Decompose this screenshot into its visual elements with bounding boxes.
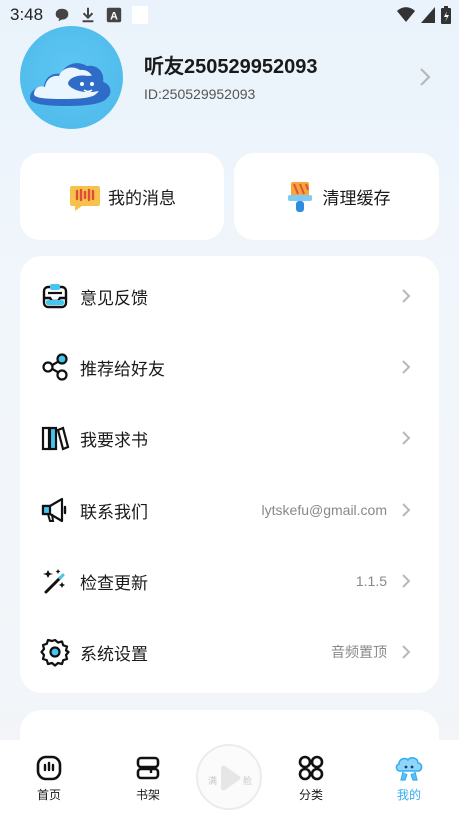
blank-notification-icon	[131, 6, 149, 24]
menu-item-label: 意见反馈	[80, 288, 148, 309]
menu-item-label: 联系我们	[80, 502, 148, 523]
download-icon	[82, 7, 94, 23]
menu-item-label: 系统设置	[80, 644, 148, 665]
menu-item-label: 我要求书	[80, 430, 148, 451]
message-icon	[70, 185, 100, 211]
app-version: 1.1.5	[355, 573, 387, 589]
menu-item-recommend[interactable]: 推荐给好友	[20, 337, 439, 397]
tab-label: 首页	[36, 788, 61, 802]
status-time: 3:48	[10, 5, 44, 24]
menu-item-check-update[interactable]: 检查更新 1.1.5	[20, 551, 439, 611]
my-messages-button[interactable]: 我的消息	[20, 153, 224, 240]
menu-item-label: 检查更新	[80, 573, 148, 594]
cloud-mascot-icon	[30, 63, 111, 106]
tab-label: 分类	[298, 788, 323, 802]
font-a-icon: A	[106, 7, 122, 23]
chevron-right-icon	[402, 289, 411, 303]
menu-item-contact-us[interactable]: 联系我们 lytskefu@gmail.com	[20, 480, 439, 540]
user-id: ID:250529952093	[144, 86, 256, 102]
mine-cloud-icon	[395, 757, 423, 781]
menu-item-label: 推荐给好友	[80, 359, 165, 380]
svg-text:A: A	[110, 11, 118, 23]
menu-item-request-book[interactable]: 我要求书	[20, 408, 439, 468]
megaphone-icon	[41, 497, 67, 523]
home-icon	[36, 755, 62, 781]
clear-cache-label: 清理缓存	[322, 189, 391, 209]
settings-menu: 意见反馈 推荐给好友 我要求书 联系我们 lytskefu@gmail.com	[20, 256, 439, 693]
tab-home[interactable]: 首页	[9, 740, 89, 816]
settings-value: 音频置顶	[331, 644, 387, 660]
my-messages-label: 我的消息	[108, 189, 176, 209]
share-icon	[42, 353, 68, 381]
feedback-inbox-icon	[42, 284, 68, 309]
tab-bookshelf[interactable]: 书架	[108, 740, 188, 816]
menu-item-system-settings[interactable]: 系统设置 音频置顶	[20, 622, 439, 682]
chevron-right-icon	[402, 431, 411, 445]
tab-label: 书架	[135, 788, 160, 802]
tab-mine[interactable]: 我的	[369, 740, 449, 816]
avatar[interactable]	[20, 26, 123, 129]
chevron-right-icon	[402, 360, 411, 374]
tab-label: 我的	[396, 788, 421, 802]
category-grid-icon	[298, 755, 324, 781]
mini-player-button[interactable]: 满 脸	[196, 744, 262, 810]
player-text-left: 满	[208, 777, 218, 787]
contact-email: lytskefu@gmail.com	[261, 502, 387, 518]
clean-brush-icon	[287, 181, 312, 212]
chevron-right-icon	[402, 503, 411, 517]
tab-category[interactable]: 分类	[271, 740, 351, 816]
signal-icon	[421, 7, 435, 23]
battery-icon	[441, 6, 451, 24]
play-icon	[221, 765, 241, 791]
bookshelf-icon	[136, 756, 160, 780]
books-icon	[41, 426, 70, 451]
chevron-right-icon[interactable]	[418, 66, 432, 88]
chevron-right-icon	[402, 574, 411, 588]
nickname: 听友250529952093	[144, 56, 318, 78]
magic-wand-icon	[43, 569, 65, 594]
menu-item-feedback[interactable]: 意见反馈	[20, 266, 439, 326]
profile-header[interactable]: 听友250529952093 ID:250529952093	[20, 26, 440, 130]
chevron-right-icon	[402, 645, 411, 659]
wifi-icon	[397, 7, 415, 22]
gear-icon	[40, 638, 70, 667]
chat-notification-icon	[55, 8, 69, 22]
clear-cache-button[interactable]: 清理缓存	[234, 153, 439, 240]
player-text-right: 脸	[242, 777, 252, 787]
